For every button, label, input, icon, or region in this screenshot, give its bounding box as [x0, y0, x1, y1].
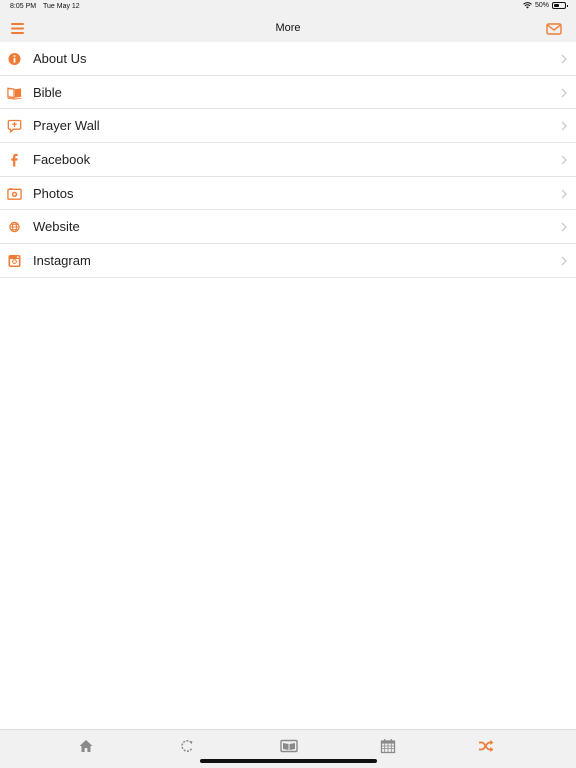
menu-item-label: Facebook [33, 152, 91, 168]
menu-item-prayer-wall[interactable]: Prayer Wall [0, 109, 576, 144]
tab-refresh[interactable] [179, 738, 195, 754]
mail-button[interactable] [546, 22, 562, 36]
battery-percent: 50% [534, 2, 549, 9]
status-date: Tue May 12 [43, 3, 80, 10]
menu-item-label: Website [33, 219, 80, 235]
menu-item-facebook[interactable]: Facebook [0, 143, 576, 177]
chevron-right-icon [561, 189, 567, 199]
info-icon [8, 53, 21, 65]
wifi-icon [523, 2, 532, 9]
tab-more[interactable] [478, 738, 494, 754]
globe-icon [9, 222, 20, 233]
chevron-right-icon [561, 256, 567, 266]
menu-item-label: Bible [33, 84, 62, 100]
menu-item-website[interactable]: Website [0, 210, 576, 245]
chevron-right-icon [561, 121, 567, 131]
menu-item-about-us[interactable]: About Us [0, 42, 576, 76]
mail-icon [546, 23, 562, 35]
bottom-tab-bar [0, 729, 576, 768]
tab-home[interactable] [78, 738, 94, 754]
chevron-right-icon [561, 88, 567, 98]
more-menu-list: About Us Bible Prayer Wall Facebook Phot… [0, 42, 576, 278]
photos-icon [7, 187, 22, 200]
page-title: More [275, 22, 301, 34]
shuffle-icon [479, 740, 494, 752]
home-icon [79, 740, 93, 752]
calendar-icon [380, 739, 396, 754]
chevron-right-icon [561, 54, 567, 64]
menu-item-label: About Us [33, 51, 87, 66]
bible-tab-icon [280, 739, 298, 753]
status-time: 8:05 PM [10, 3, 37, 10]
menu-item-photos[interactable]: Photos [0, 176, 576, 211]
menu-item-label: Prayer Wall [33, 118, 100, 134]
chevron-right-icon [561, 155, 567, 165]
home-indicator[interactable] [200, 759, 377, 763]
bible-icon [7, 87, 22, 100]
menu-item-instagram[interactable]: Instagram [0, 244, 576, 278]
battery-level [554, 4, 559, 7]
battery-icon [552, 2, 568, 9]
navigation-bar: More [0, 14, 576, 42]
tab-calendar[interactable] [380, 738, 396, 754]
facebook-icon [11, 153, 18, 167]
tab-bible[interactable] [280, 738, 298, 754]
chevron-right-icon [561, 223, 567, 232]
menu-item-bible[interactable]: Bible [0, 75, 576, 110]
status-bar: 8:05 PM Tue May 12 50% [0, 0, 576, 14]
status-indicators: 50% [523, 2, 568, 9]
instagram-icon [8, 255, 21, 268]
menu-item-label: Photos [33, 185, 74, 201]
refresh-icon [181, 740, 193, 752]
prayer-wall-icon [7, 120, 22, 134]
menu-item-label: Instagram [33, 253, 91, 269]
